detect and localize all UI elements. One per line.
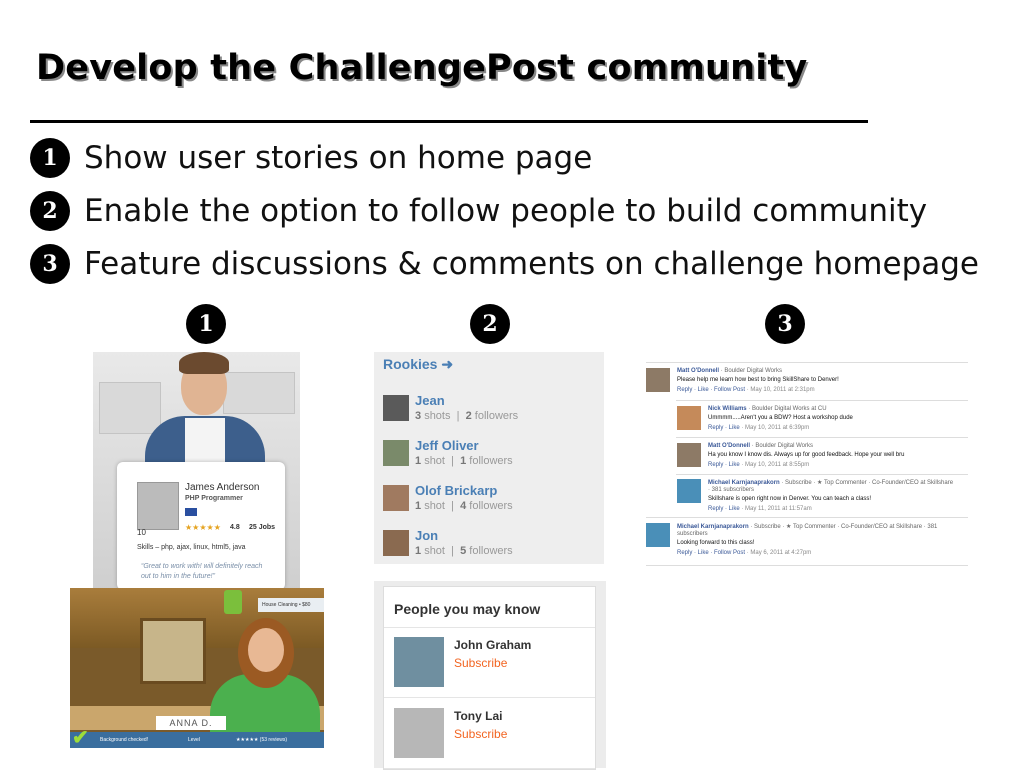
comment-subscribers: subscribers (677, 531, 708, 537)
divider (646, 517, 968, 518)
divider (676, 474, 968, 475)
status-bar: Background checked! Level ★★★★★ (53 revi… (70, 732, 324, 748)
bullet-1: 1 Show user stories on home page (30, 138, 592, 178)
rookie-name[interactable]: Olof Brickarp (415, 483, 497, 498)
avatar[interactable] (394, 708, 444, 758)
divider (384, 697, 595, 698)
list-item[interactable]: Jean 3 shots | 2 followers (383, 392, 598, 432)
avatar (383, 440, 409, 466)
avatar[interactable] (646, 368, 670, 392)
profile-skills: Skills – php, ajax, linux, html5, java (137, 544, 246, 551)
background-shelf (99, 382, 161, 434)
rookies-title[interactable]: Rookies ➜ (383, 356, 453, 373)
user-story-photo[interactable]: House Cleaning • $80 ANNA D. Background … (70, 588, 324, 748)
background-shelf (223, 372, 295, 414)
rookie-stats: 1 shot | 1 followers (415, 455, 513, 467)
comments-panel: Matt O'Donnell · Boulder Digital Works P… (646, 362, 968, 568)
comment-text: Ha you know I know dis. Always up for go… (708, 452, 905, 458)
list-item[interactable]: Olof Brickarp 1 shot | 4 followers (383, 482, 598, 522)
profile-name: James Anderson (185, 482, 260, 493)
bullet-number-2: 2 (30, 191, 70, 231)
avatar[interactable] (677, 443, 701, 467)
bucket-icon (224, 590, 242, 614)
avatar[interactable] (677, 479, 701, 503)
avatar[interactable] (677, 406, 701, 430)
rookie-stats: 1 shot | 4 followers (415, 500, 513, 512)
avatar[interactable] (646, 523, 670, 547)
kitchen-window (140, 618, 206, 684)
comment-text: Please help me learn how best to bring S… (677, 377, 839, 383)
star-rating-icon: ★★★★★ (185, 523, 221, 532)
people-you-may-know-panel: People you may know John Graham Subscrib… (374, 581, 606, 770)
column-number-3: 3 (765, 304, 805, 344)
comment-header: Michael Karnjanaprakorn · Subscribe · ★ … (677, 524, 938, 530)
bullet-3: 3 Feature discussions & comments on chal… (30, 244, 979, 284)
column-number-1: 1 (186, 304, 226, 344)
avatar (137, 482, 179, 530)
profile-role: PHP Programmer (185, 495, 243, 502)
comment-text: Ummmm.....Aren't you a BDW? Host a works… (708, 415, 853, 421)
divider (384, 768, 595, 769)
comment-actions[interactable]: Reply · Like · May 11, 2011 at 11:57am (708, 506, 812, 512)
level-label: Level (188, 737, 200, 743)
rookies-panel: Rookies ➜ Jean 3 shots | 2 followers Jef… (374, 352, 604, 564)
bullet-number-3: 3 (30, 244, 70, 284)
rookie-name[interactable]: Jeff Oliver (415, 438, 479, 453)
slide-title: Develop the ChallengePost community (36, 48, 808, 88)
avatar[interactable] (394, 637, 444, 687)
comment-actions[interactable]: Reply · Like · Follow Post · May 10, 201… (677, 387, 815, 393)
divider (646, 565, 968, 566)
avatar (383, 485, 409, 511)
title-divider (30, 120, 868, 123)
avatar (383, 530, 409, 556)
divider (676, 400, 968, 401)
person-name[interactable]: Tony Lai (454, 709, 502, 723)
subscribe-button[interactable]: Subscribe (454, 656, 507, 670)
column-number-2: 2 (470, 304, 510, 344)
bullet-text-2: Enable the option to follow people to bu… (84, 193, 928, 229)
divider (676, 437, 968, 438)
rookie-stats: 3 shots | 2 followers (415, 410, 519, 422)
user-story-profile: James Anderson PHP Programmer 10 ★★★★★ 4… (93, 352, 300, 590)
comment-subscribers: · 381 subscribers (708, 487, 755, 493)
background-check-label: Background checked! (100, 737, 149, 743)
profile-quote: “Great to work with! will definitely rea… (141, 563, 263, 580)
rookie-stats: 1 shot | 5 followers (415, 545, 513, 557)
comment-header: Matt O'Donnell · Boulder Digital Works (708, 443, 814, 449)
comment-actions[interactable]: Reply · Like · Follow Post · May 6, 2011… (677, 550, 811, 556)
comment-actions[interactable]: Reply · Like · May 10, 2011 at 6:39pm (708, 425, 809, 431)
profile-rating: 4.8 (230, 524, 240, 531)
bullet-text-1: Show user stories on home page (84, 140, 593, 176)
comment-actions[interactable]: Reply · Like · May 10, 2011 at 8:55pm (708, 462, 809, 468)
profile-jobs: 25 Jobs (249, 524, 276, 531)
comment-header: Matt O'Donnell · Boulder Digital Works (677, 368, 783, 374)
bullet-number-1: 1 (30, 138, 70, 178)
profile-card[interactable]: James Anderson PHP Programmer 10 ★★★★★ 4… (117, 462, 285, 590)
person-hair (179, 352, 229, 374)
comment-text: Looking forward to this class! (677, 540, 755, 546)
person-name[interactable]: John Graham (454, 638, 531, 652)
divider (646, 362, 968, 363)
comment-header: Nick Williams · Boulder Digital Works at… (708, 406, 827, 412)
list-item[interactable]: Jon 1 shot | 5 followers (383, 527, 598, 567)
people-card: People you may know John Graham Subscrib… (383, 586, 596, 770)
bullet-text-3: Feature discussions & comments on challe… (84, 246, 979, 282)
person-face (248, 628, 284, 672)
bullet-2: 2 Enable the option to follow people to … (30, 191, 927, 231)
comment-text: Skillshare is open right now in Denver. … (708, 496, 872, 502)
avatar (383, 395, 409, 421)
people-title: People you may know (394, 601, 541, 617)
flag-icon (185, 508, 197, 516)
rookie-name[interactable]: Jean (415, 393, 445, 408)
name-tag: ANNA D. (156, 716, 226, 730)
comment-header: Michael Karnjanaprakorn · Subscribe · ★ … (708, 480, 954, 486)
subscribe-button[interactable]: Subscribe (454, 727, 507, 741)
list-item[interactable]: Jeff Oliver 1 shot | 1 followers (383, 437, 598, 477)
reviews-label: ★★★★★ (53 reviews) (236, 737, 288, 743)
divider (384, 627, 595, 628)
rookie-name[interactable]: Jon (415, 528, 438, 543)
job-label: House Cleaning • $80 (258, 598, 324, 612)
profile-number: 10 (137, 528, 146, 537)
checkmark-icon: ✔ (72, 727, 89, 748)
